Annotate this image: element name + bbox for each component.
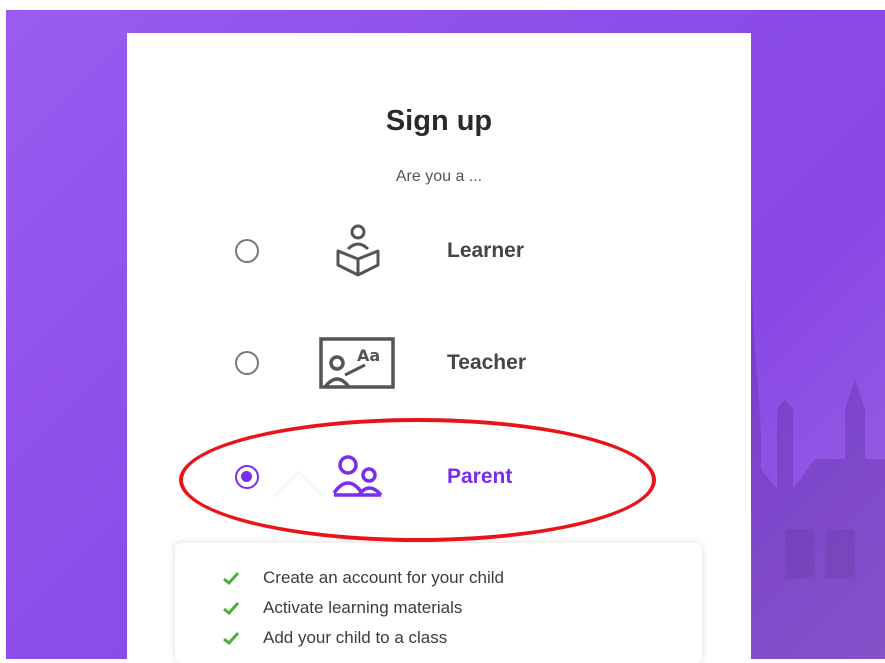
teacher-board-icon: Aa (319, 337, 395, 389)
role-option-teacher[interactable]: Aa Teacher (127, 323, 751, 403)
parent-benefits-panel: Create an account for your child Activat… (175, 543, 702, 663)
teacher-label: Teacher (447, 351, 526, 374)
svg-text:Aa: Aa (357, 346, 380, 365)
learner-icon (336, 224, 380, 277)
learner-radio[interactable] (235, 239, 259, 263)
benefit-text: Activate learning materials (263, 598, 463, 617)
benefit-text: Add your child to a class (263, 628, 448, 647)
check-icon (223, 632, 239, 645)
teacher-radio[interactable] (235, 351, 259, 375)
page-subtitle: Are you a ... (395, 168, 483, 185)
benefit-text: Create an account for your child (263, 568, 504, 587)
check-icon (223, 572, 239, 585)
highlight-ring (179, 418, 656, 542)
learner-label: Learner (447, 239, 525, 262)
role-option-learner[interactable]: Learner (127, 211, 751, 291)
page-title: Sign up (385, 105, 493, 137)
check-icon (223, 602, 239, 615)
